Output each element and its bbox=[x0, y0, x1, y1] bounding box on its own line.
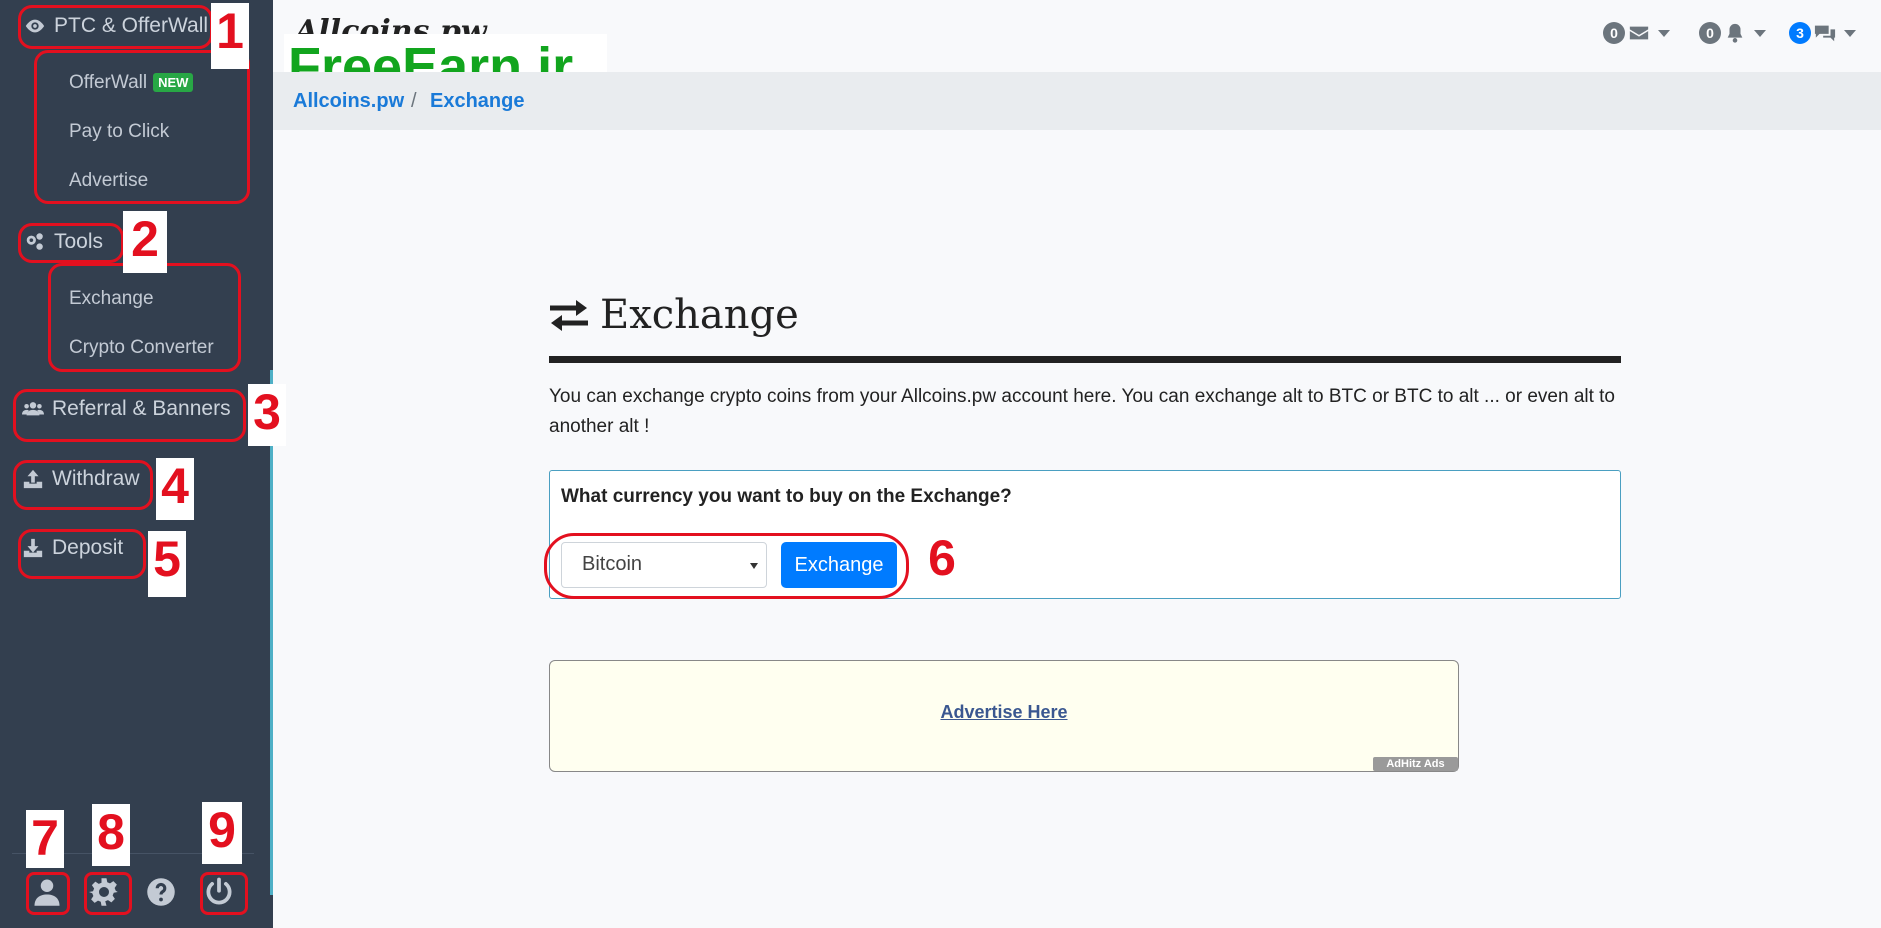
annotation-box-9 bbox=[200, 872, 248, 915]
messages-dropdown[interactable]: 0 bbox=[1603, 22, 1670, 44]
annotation-number-9: 9 bbox=[202, 802, 242, 864]
exchange-arrows-icon bbox=[550, 300, 588, 331]
chat-dropdown[interactable]: 3 bbox=[1789, 22, 1856, 44]
annotation-box-3 bbox=[13, 389, 246, 442]
annotation-box-2 bbox=[18, 223, 124, 263]
help-button[interactable] bbox=[146, 877, 176, 907]
annotation-number-5: 5 bbox=[148, 531, 186, 597]
exchange-question: What currency you want to buy on the Exc… bbox=[561, 486, 1012, 507]
annotation-number-1: 1 bbox=[211, 3, 249, 69]
advertise-here-link[interactable]: Advertise Here bbox=[549, 702, 1459, 723]
ad-network-tag[interactable]: AdHitz Ads bbox=[1373, 757, 1458, 771]
notifications-dropdown[interactable]: 0 bbox=[1699, 22, 1766, 44]
help-icon bbox=[147, 878, 175, 906]
page-title: Exchange bbox=[548, 292, 799, 338]
chevron-down-icon bbox=[1754, 29, 1766, 37]
sidebar-accent-line bbox=[270, 370, 273, 895]
annotation-box-4 bbox=[13, 460, 153, 510]
page-title-text: Exchange bbox=[600, 292, 799, 338]
annotation-box-8 bbox=[84, 872, 132, 915]
annotation-box-2-submenu bbox=[48, 263, 241, 372]
annotation-box-7 bbox=[26, 872, 70, 915]
annotation-number-4: 4 bbox=[156, 458, 194, 520]
page-description: You can exchange crypto coins from your … bbox=[549, 386, 1616, 437]
breadcrumb-home-link[interactable]: Allcoins.pw bbox=[293, 90, 404, 113]
annotation-number-6: 6 bbox=[922, 530, 962, 592]
title-divider bbox=[549, 356, 1621, 363]
chevron-down-icon bbox=[1658, 29, 1670, 37]
annotation-box-6 bbox=[544, 533, 909, 599]
annotation-box-1-submenu bbox=[34, 50, 250, 204]
envelope-icon bbox=[1629, 26, 1649, 40]
annotation-box-1 bbox=[18, 5, 213, 49]
notifications-count-badge: 0 bbox=[1699, 22, 1721, 44]
bell-icon bbox=[1727, 23, 1743, 43]
annotation-number-2: 2 bbox=[123, 211, 167, 273]
breadcrumb-separator: / bbox=[411, 90, 417, 112]
messages-count-badge: 0 bbox=[1603, 22, 1625, 44]
breadcrumb-current: Exchange bbox=[430, 90, 525, 112]
comments-icon bbox=[1814, 25, 1836, 42]
chat-count-badge: 3 bbox=[1789, 22, 1811, 44]
annotation-number-3: 3 bbox=[248, 384, 286, 446]
annotation-number-8: 8 bbox=[92, 804, 130, 866]
annotation-number-7: 7 bbox=[26, 810, 64, 868]
annotation-box-5 bbox=[18, 529, 146, 579]
chevron-down-icon bbox=[1844, 29, 1856, 37]
